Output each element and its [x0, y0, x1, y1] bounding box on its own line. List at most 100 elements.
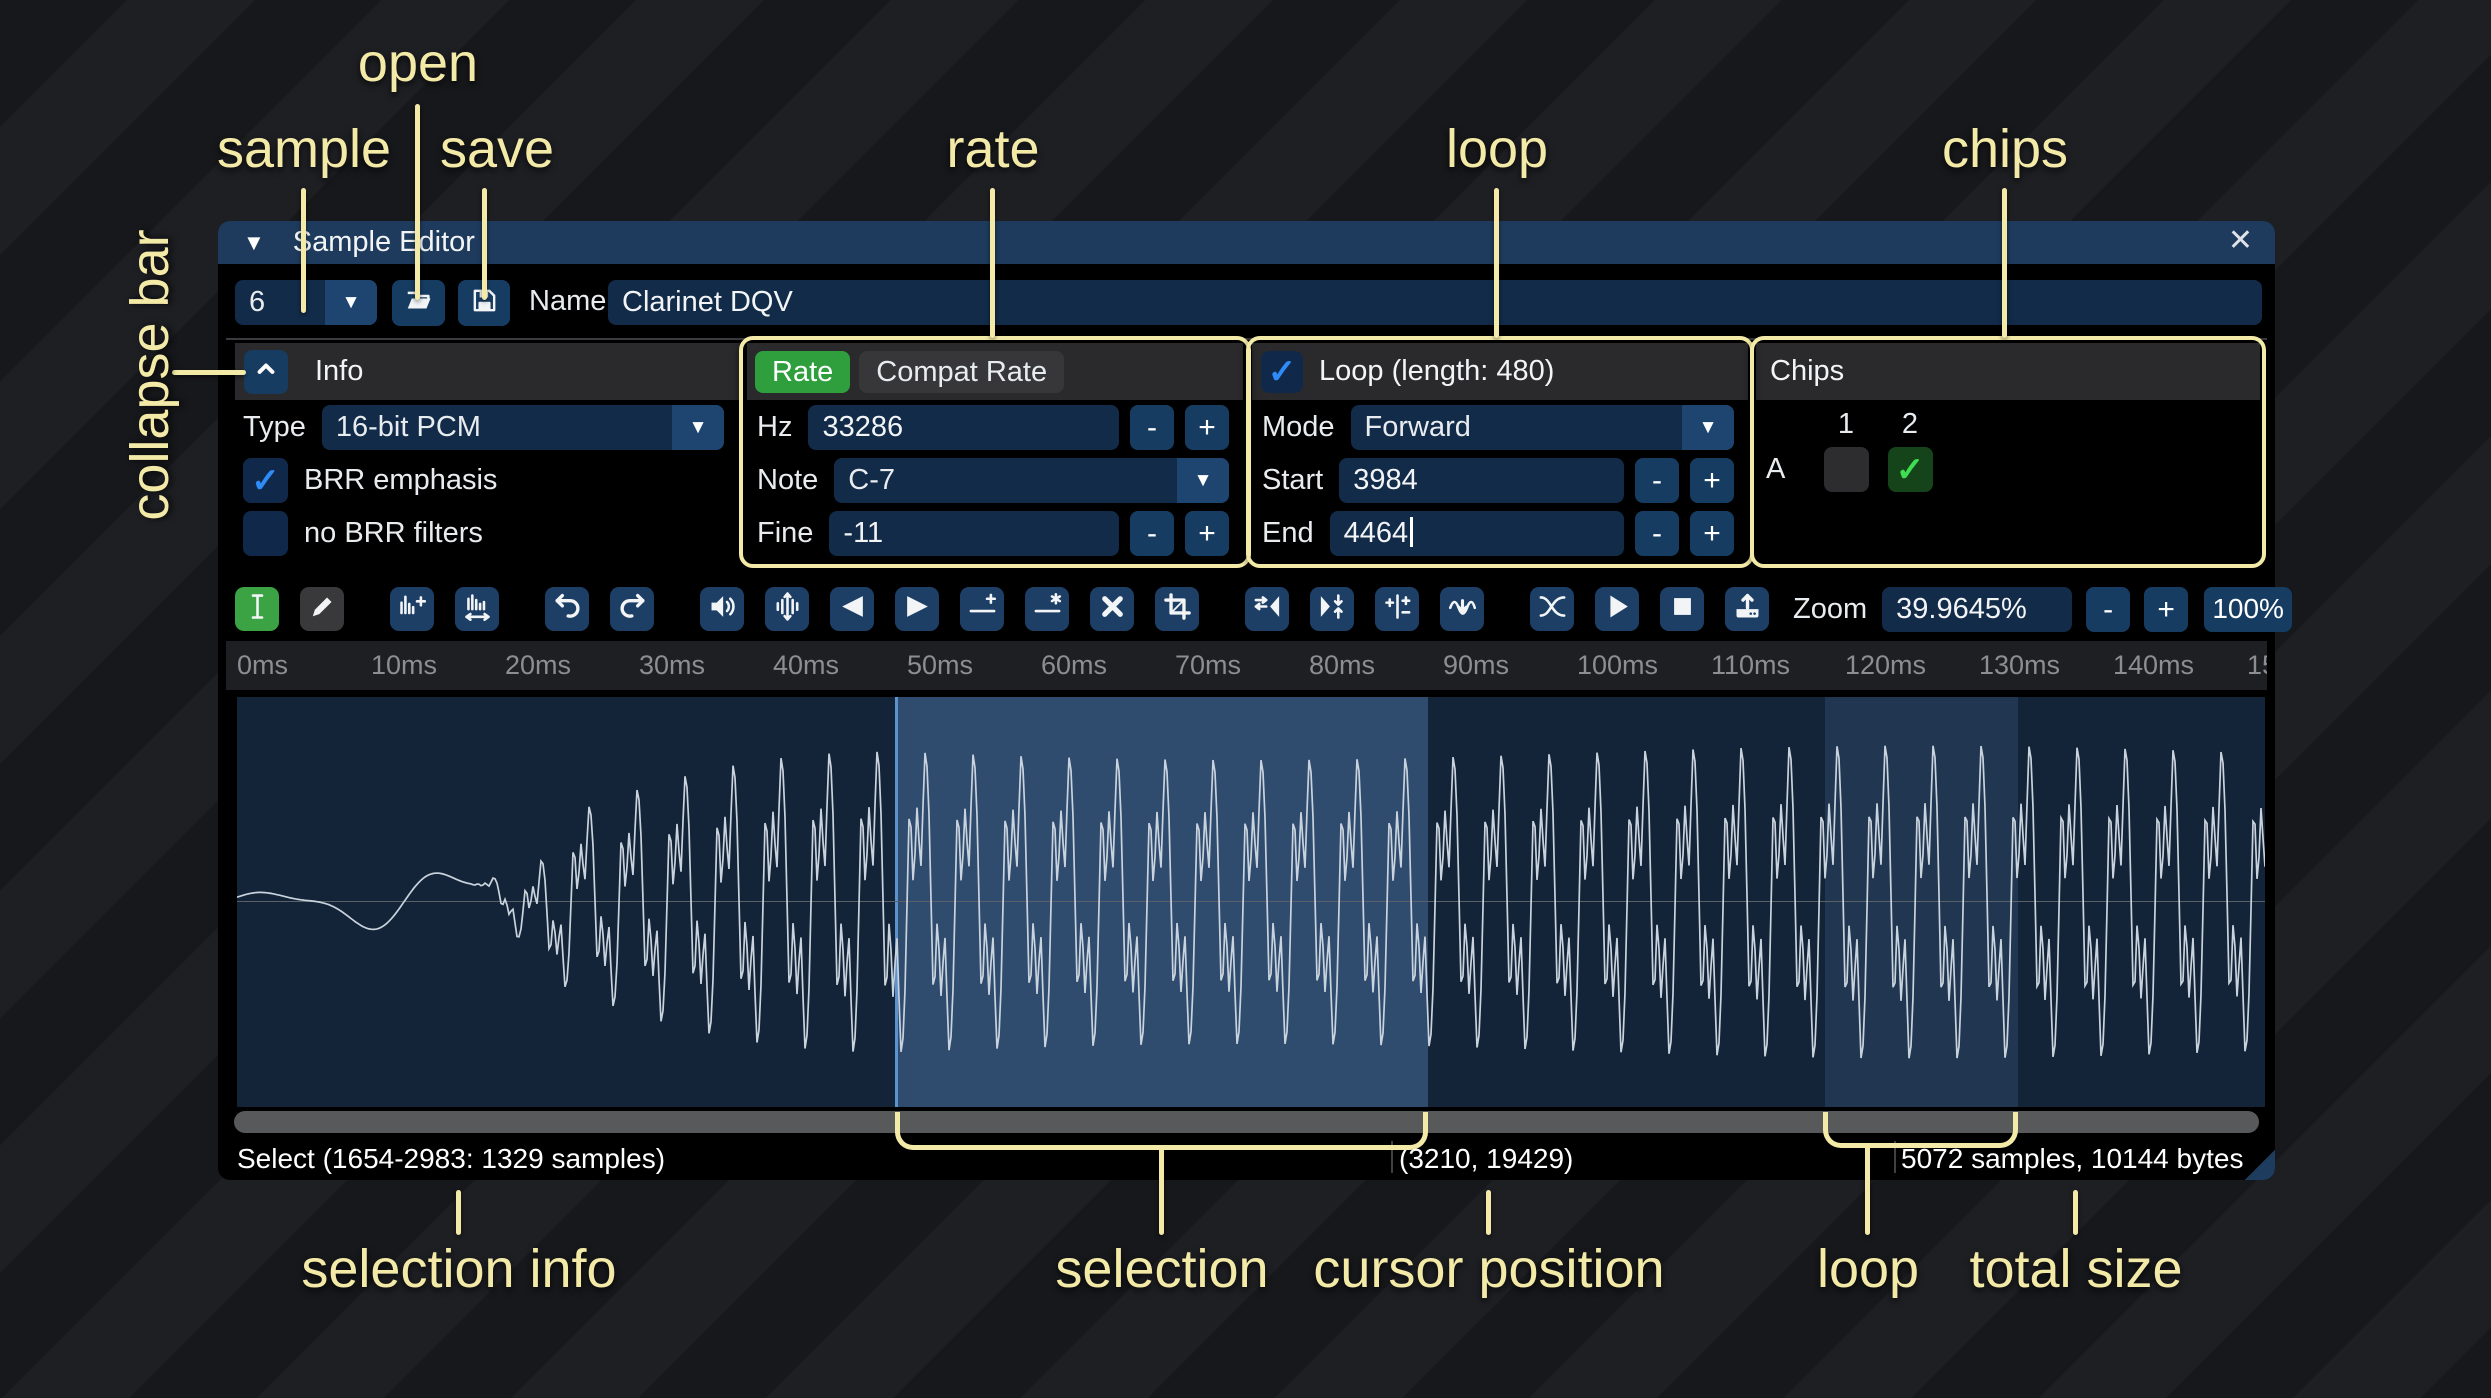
waveform-view[interactable] — [237, 697, 2265, 1107]
zoom-in-button[interactable]: + — [2144, 586, 2189, 632]
ruler-tick: 110ms — [1711, 650, 1791, 680]
resize-button[interactable] — [390, 587, 434, 631]
cursor-position-callout-line — [1486, 1190, 1491, 1235]
fine-increment-button[interactable]: + — [1185, 511, 1229, 556]
ruler-tick: 150ms — [2247, 650, 2267, 680]
chip-col-2: 2 — [1901, 408, 1919, 440]
loop-end-label: End — [1262, 517, 1314, 549]
reverse-arrows-icon — [1252, 591, 1283, 627]
signed-unsigned-button[interactable] — [1375, 587, 1419, 631]
loop-bottom-callout-stem — [1865, 1144, 1870, 1235]
chip-2-checkbox[interactable] — [1887, 447, 1933, 492]
redo-button[interactable] — [610, 587, 654, 631]
stop-preview-button[interactable] — [1660, 587, 1704, 631]
x-delete-icon — [1097, 591, 1128, 627]
ruler-tick: 70ms — [1175, 650, 1242, 680]
collapse-info-button[interactable] — [244, 349, 288, 394]
hz-decrement-button[interactable]: - — [1130, 405, 1174, 450]
hz-increment-button[interactable]: + — [1185, 405, 1229, 450]
rate-callout-line — [990, 188, 995, 338]
note-label: Note — [757, 464, 819, 496]
sample-editor-window: ▼ Sample Editor ✕ 6 ▼ Name Clarinet DQV … — [218, 221, 2293, 1180]
zoom-out-button[interactable]: - — [2086, 586, 2131, 632]
crossfade-button[interactable] — [1530, 587, 1574, 631]
play-preview-button[interactable] — [1595, 587, 1639, 631]
sample-selector[interactable]: 6 ▼ — [235, 280, 377, 325]
mode-label: Mode — [1262, 411, 1335, 443]
loop-panel: Loop (length: 480) Mode Forward ▼ Start … — [1252, 343, 1748, 560]
sample-type-row: Type 16-bit PCM ▼ — [243, 405, 724, 450]
select-tool-button[interactable] — [235, 587, 279, 631]
fade-in-button[interactable] — [830, 587, 874, 631]
loop-start-increment-button[interactable]: + — [1690, 458, 1734, 503]
fine-decrement-button[interactable]: - — [1130, 511, 1174, 556]
trim-button[interactable] — [1155, 587, 1199, 631]
total-size-callout-line — [2073, 1190, 2078, 1235]
ruler-tick: 60ms — [1041, 650, 1108, 680]
amplify-button[interactable] — [700, 587, 744, 631]
chevron-down-icon[interactable]: ▼ — [325, 280, 377, 325]
ruler-tick: 20ms — [505, 650, 572, 680]
make-instrument-button[interactable] — [1725, 587, 1769, 631]
chevron-up-icon — [252, 355, 280, 388]
resize-grip[interactable] — [2245, 1150, 2275, 1180]
zoom-reset-button[interactable]: 100% — [2204, 586, 2293, 632]
close-icon[interactable]: ✕ — [2228, 223, 2253, 258]
selection-callout-bracket — [895, 1112, 1428, 1150]
apply-silence-button[interactable] — [1025, 587, 1069, 631]
annotation-save: save — [439, 119, 555, 179]
chevron-down-icon[interactable]: ▼ — [672, 405, 724, 450]
play-icon — [1602, 591, 1633, 627]
crossfade-icon — [1537, 591, 1568, 627]
chips-callout-line — [2002, 188, 2007, 338]
timeline-ruler[interactable]: 0ms 10ms 20ms 30ms 40ms 50ms 60ms 70ms 80ms 90ms 1… — [226, 641, 2267, 690]
undo-button[interactable] — [545, 587, 589, 631]
fade-out-button[interactable] — [895, 587, 939, 631]
loop-start-decrement-button[interactable]: - — [1635, 458, 1679, 503]
chevron-down-icon[interactable]: ▼ — [1177, 458, 1229, 503]
loop-enable-checkbox[interactable] — [1261, 350, 1303, 393]
note-select[interactable]: C-7 ▼ — [834, 458, 1229, 503]
chips-panel: Chips 1 2 A — [1756, 343, 2260, 560]
brr-emphasis-checkbox[interactable] — [243, 458, 288, 503]
wave-plus-icon — [397, 591, 428, 627]
loop-start-label: Start — [1262, 464, 1324, 496]
undo-icon — [552, 591, 583, 627]
insert-silence-button[interactable] — [960, 587, 1004, 631]
resample-button[interactable] — [455, 587, 499, 631]
draw-tool-button[interactable] — [300, 587, 344, 631]
hz-input[interactable]: 33286 — [808, 405, 1119, 450]
fine-input[interactable]: -11 — [829, 511, 1119, 556]
loop-end-increment-button[interactable]: + — [1690, 511, 1734, 556]
reverse-button[interactable] — [1245, 587, 1289, 631]
sample-index: 6 — [249, 286, 266, 318]
redo-icon — [617, 591, 648, 627]
loop-start-input[interactable]: 3984 — [1339, 458, 1624, 503]
ruler-tick: 30ms — [639, 650, 706, 680]
chip-1-checkbox[interactable] — [1823, 447, 1869, 492]
loop-mode-select[interactable]: Forward ▼ — [1350, 405, 1734, 450]
info-panel: Info Type 16-bit PCM ▼ BRR emphasis no B… — [235, 343, 740, 560]
zoom-input[interactable]: 39.9645% — [1882, 586, 2073, 632]
text-caret — [1410, 517, 1414, 547]
invert-arrows-icon — [1317, 591, 1348, 627]
tab-rate[interactable]: Rate — [755, 350, 851, 393]
sample-name-input[interactable]: Clarinet DQV — [608, 280, 2262, 325]
filter-button[interactable] — [1440, 587, 1484, 631]
sample-type-select[interactable]: 16-bit PCM ▼ — [321, 405, 724, 450]
titlebar[interactable]: ▼ Sample Editor ✕ — [218, 221, 2275, 264]
collapse-window-icon[interactable]: ▼ — [243, 230, 265, 256]
chip-col-1: 1 — [1837, 408, 1855, 440]
crop-icon — [1162, 591, 1193, 627]
no-brr-filters-checkbox[interactable] — [243, 511, 288, 556]
annotation-selection-info: selection info — [301, 1239, 617, 1299]
pencil-icon — [307, 591, 338, 627]
chevron-down-icon[interactable]: ▼ — [1682, 405, 1734, 450]
tab-compat-rate[interactable]: Compat Rate — [859, 350, 1065, 393]
normalize-button[interactable] — [765, 587, 809, 631]
loop-end-decrement-button[interactable]: - — [1635, 511, 1679, 556]
fade-out-icon — [902, 591, 933, 627]
delete-button[interactable] — [1090, 587, 1134, 631]
loop-end-input[interactable]: 4464 — [1329, 511, 1624, 556]
invert-button[interactable] — [1310, 587, 1354, 631]
